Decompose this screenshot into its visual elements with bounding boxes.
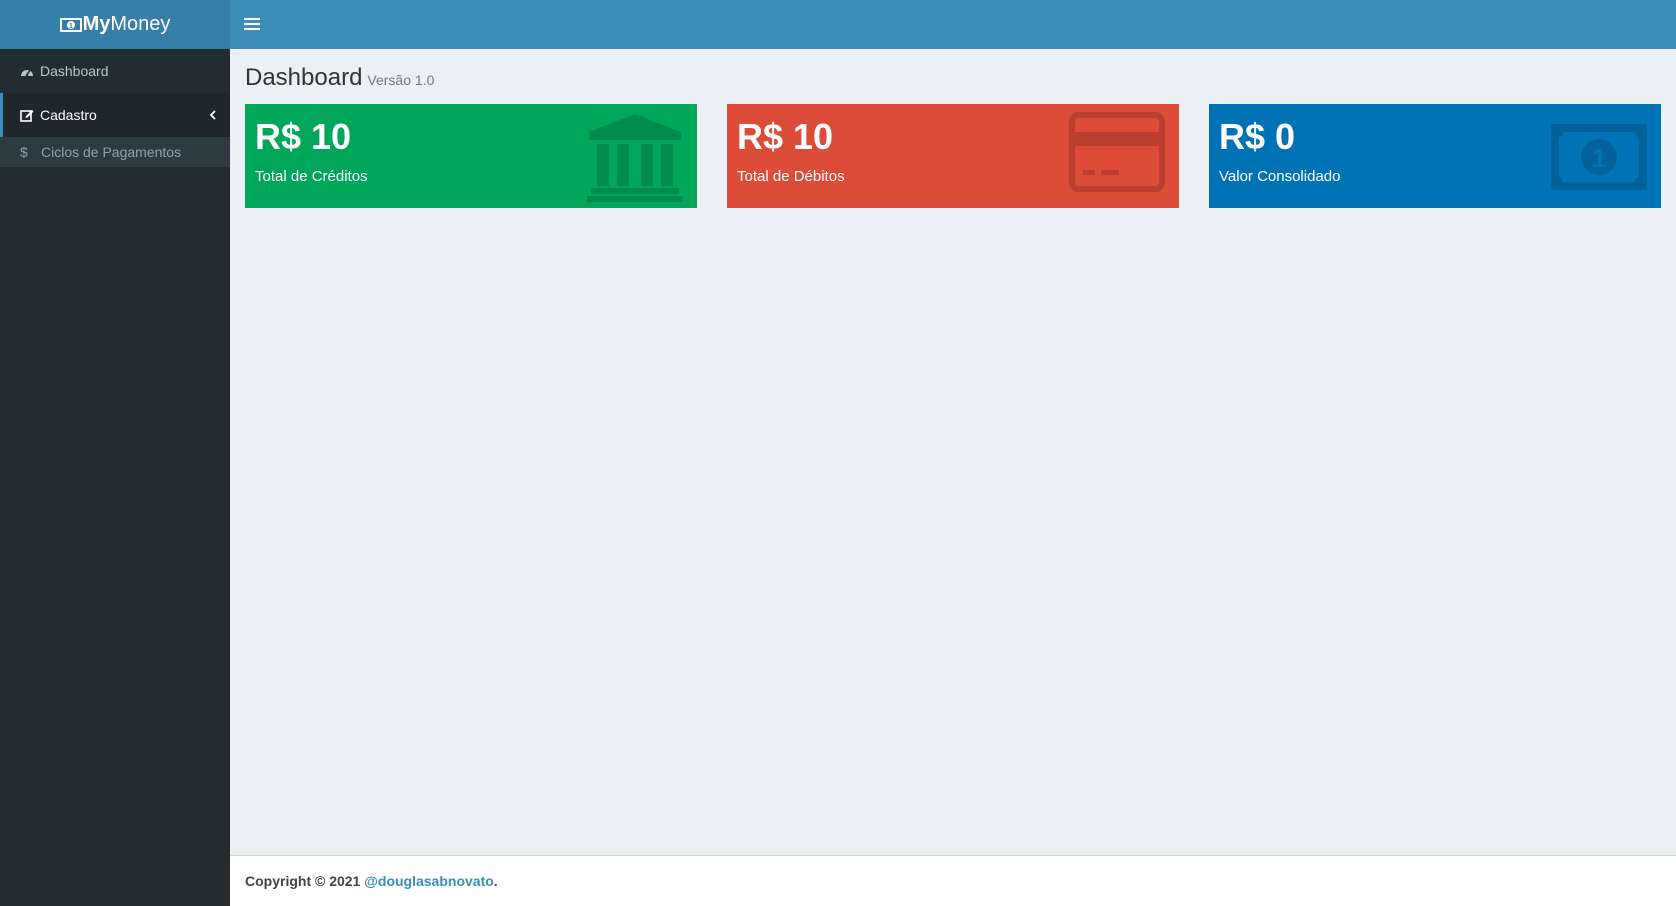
credit-card-icon xyxy=(1069,112,1165,197)
sidebar-item-cadastro[interactable]: Cadastro xyxy=(0,93,230,137)
sidebar-item-label: Dashboard xyxy=(40,63,109,79)
main-content: Dashboard Versão 1.0 R$ 10 Total de Créd… xyxy=(230,49,1676,855)
sidebar: 1 My Money Dashboard Cadastro $ Ciclos d… xyxy=(0,0,230,906)
app-logo[interactable]: 1 My Money xyxy=(0,0,230,49)
footer-suffix: . xyxy=(493,873,498,889)
sidebar-item-ciclos-de-pagamentos[interactable]: $ Ciclos de Pagamentos xyxy=(0,137,230,167)
logo-bold: My xyxy=(82,13,111,35)
money-icon: 1 xyxy=(59,17,82,32)
chevron-left-icon xyxy=(209,107,216,123)
page-subtitle: Versão 1.0 xyxy=(367,72,435,88)
menu-toggle-icon[interactable] xyxy=(244,14,260,34)
sidebar-item-dashboard[interactable]: Dashboard xyxy=(0,49,230,93)
edit-icon xyxy=(20,108,40,122)
footer: Copyright © 2021 @douglasabnovato. xyxy=(230,855,1676,906)
summary-boxes: R$ 10 Total de Créditos R$ 10 Total de D… xyxy=(245,104,1661,208)
dollar-icon: $ xyxy=(20,144,28,160)
sidebar-item-label: Cadastro xyxy=(40,107,97,123)
sidebar-item-label: Ciclos de Pagamentos xyxy=(41,144,182,160)
content-header: Dashboard Versão 1.0 xyxy=(245,64,1661,92)
top-navbar xyxy=(230,0,1676,49)
debits-box: R$ 10 Total de Débitos xyxy=(727,104,1179,208)
copyright-text: Copyright © 2021 xyxy=(245,873,361,889)
consolidated-box: R$ 0 Valor Consolidado 1 xyxy=(1209,104,1661,208)
svg-text:1: 1 xyxy=(69,23,73,30)
dashboard-icon xyxy=(20,65,40,77)
logo-text: Money xyxy=(110,13,171,35)
bank-icon xyxy=(587,112,683,207)
author-link[interactable]: @douglasabnovato xyxy=(364,873,494,889)
credits-box: R$ 10 Total de Créditos xyxy=(245,104,697,208)
sidebar-submenu: $ Ciclos de Pagamentos xyxy=(0,137,230,167)
money-icon: 1 xyxy=(1551,124,1647,195)
page-title: Dashboard xyxy=(245,64,363,91)
svg-text:1: 1 xyxy=(1592,143,1606,173)
